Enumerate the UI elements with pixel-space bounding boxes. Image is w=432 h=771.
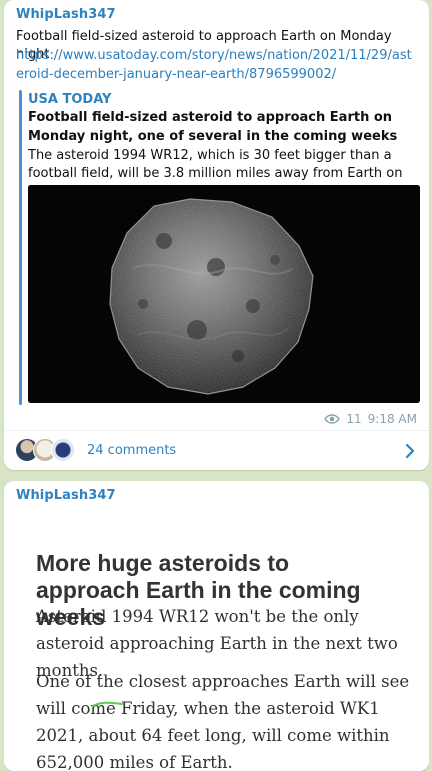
comments-row[interactable]: 24 comments (4, 431, 429, 470)
preview-title: Football field-sized asteroid to approac… (28, 110, 398, 144)
view-count: 11 (346, 412, 362, 426)
comments-link[interactable]: 24 comments (87, 443, 176, 459)
sender-name[interactable]: WhipLash347 (16, 488, 116, 503)
asteroid-image[interactable] (28, 185, 420, 403)
sender-name[interactable]: WhipLash347 (16, 7, 116, 22)
preview-site-name: USA TODAY (28, 92, 112, 107)
message-bubble[interactable]: WhipLash347 More huge asteroids to appro… (4, 481, 429, 771)
message-meta: 11 9:18 AM (324, 412, 417, 426)
link-preview[interactable]: USA TODAY Football field-sized asteroid … (19, 90, 425, 405)
shared-article-image[interactable]: More huge asteroids to approach Earth in… (9, 507, 424, 771)
message-bubble[interactable]: WhipLash347 Football field-sized asteroi… (4, 0, 429, 470)
avatar (51, 438, 75, 462)
message-time: 9:18 AM (367, 412, 417, 426)
article-link[interactable]: https://www.usatoday.com/story/news/nati… (16, 46, 419, 84)
preview-accent-bar (19, 90, 22, 405)
chevron-right-icon[interactable] (404, 443, 416, 459)
article-paragraph: One of the closest approaches Earth will… (36, 672, 410, 771)
eye-icon (324, 414, 341, 424)
commenter-avatars (15, 438, 79, 462)
